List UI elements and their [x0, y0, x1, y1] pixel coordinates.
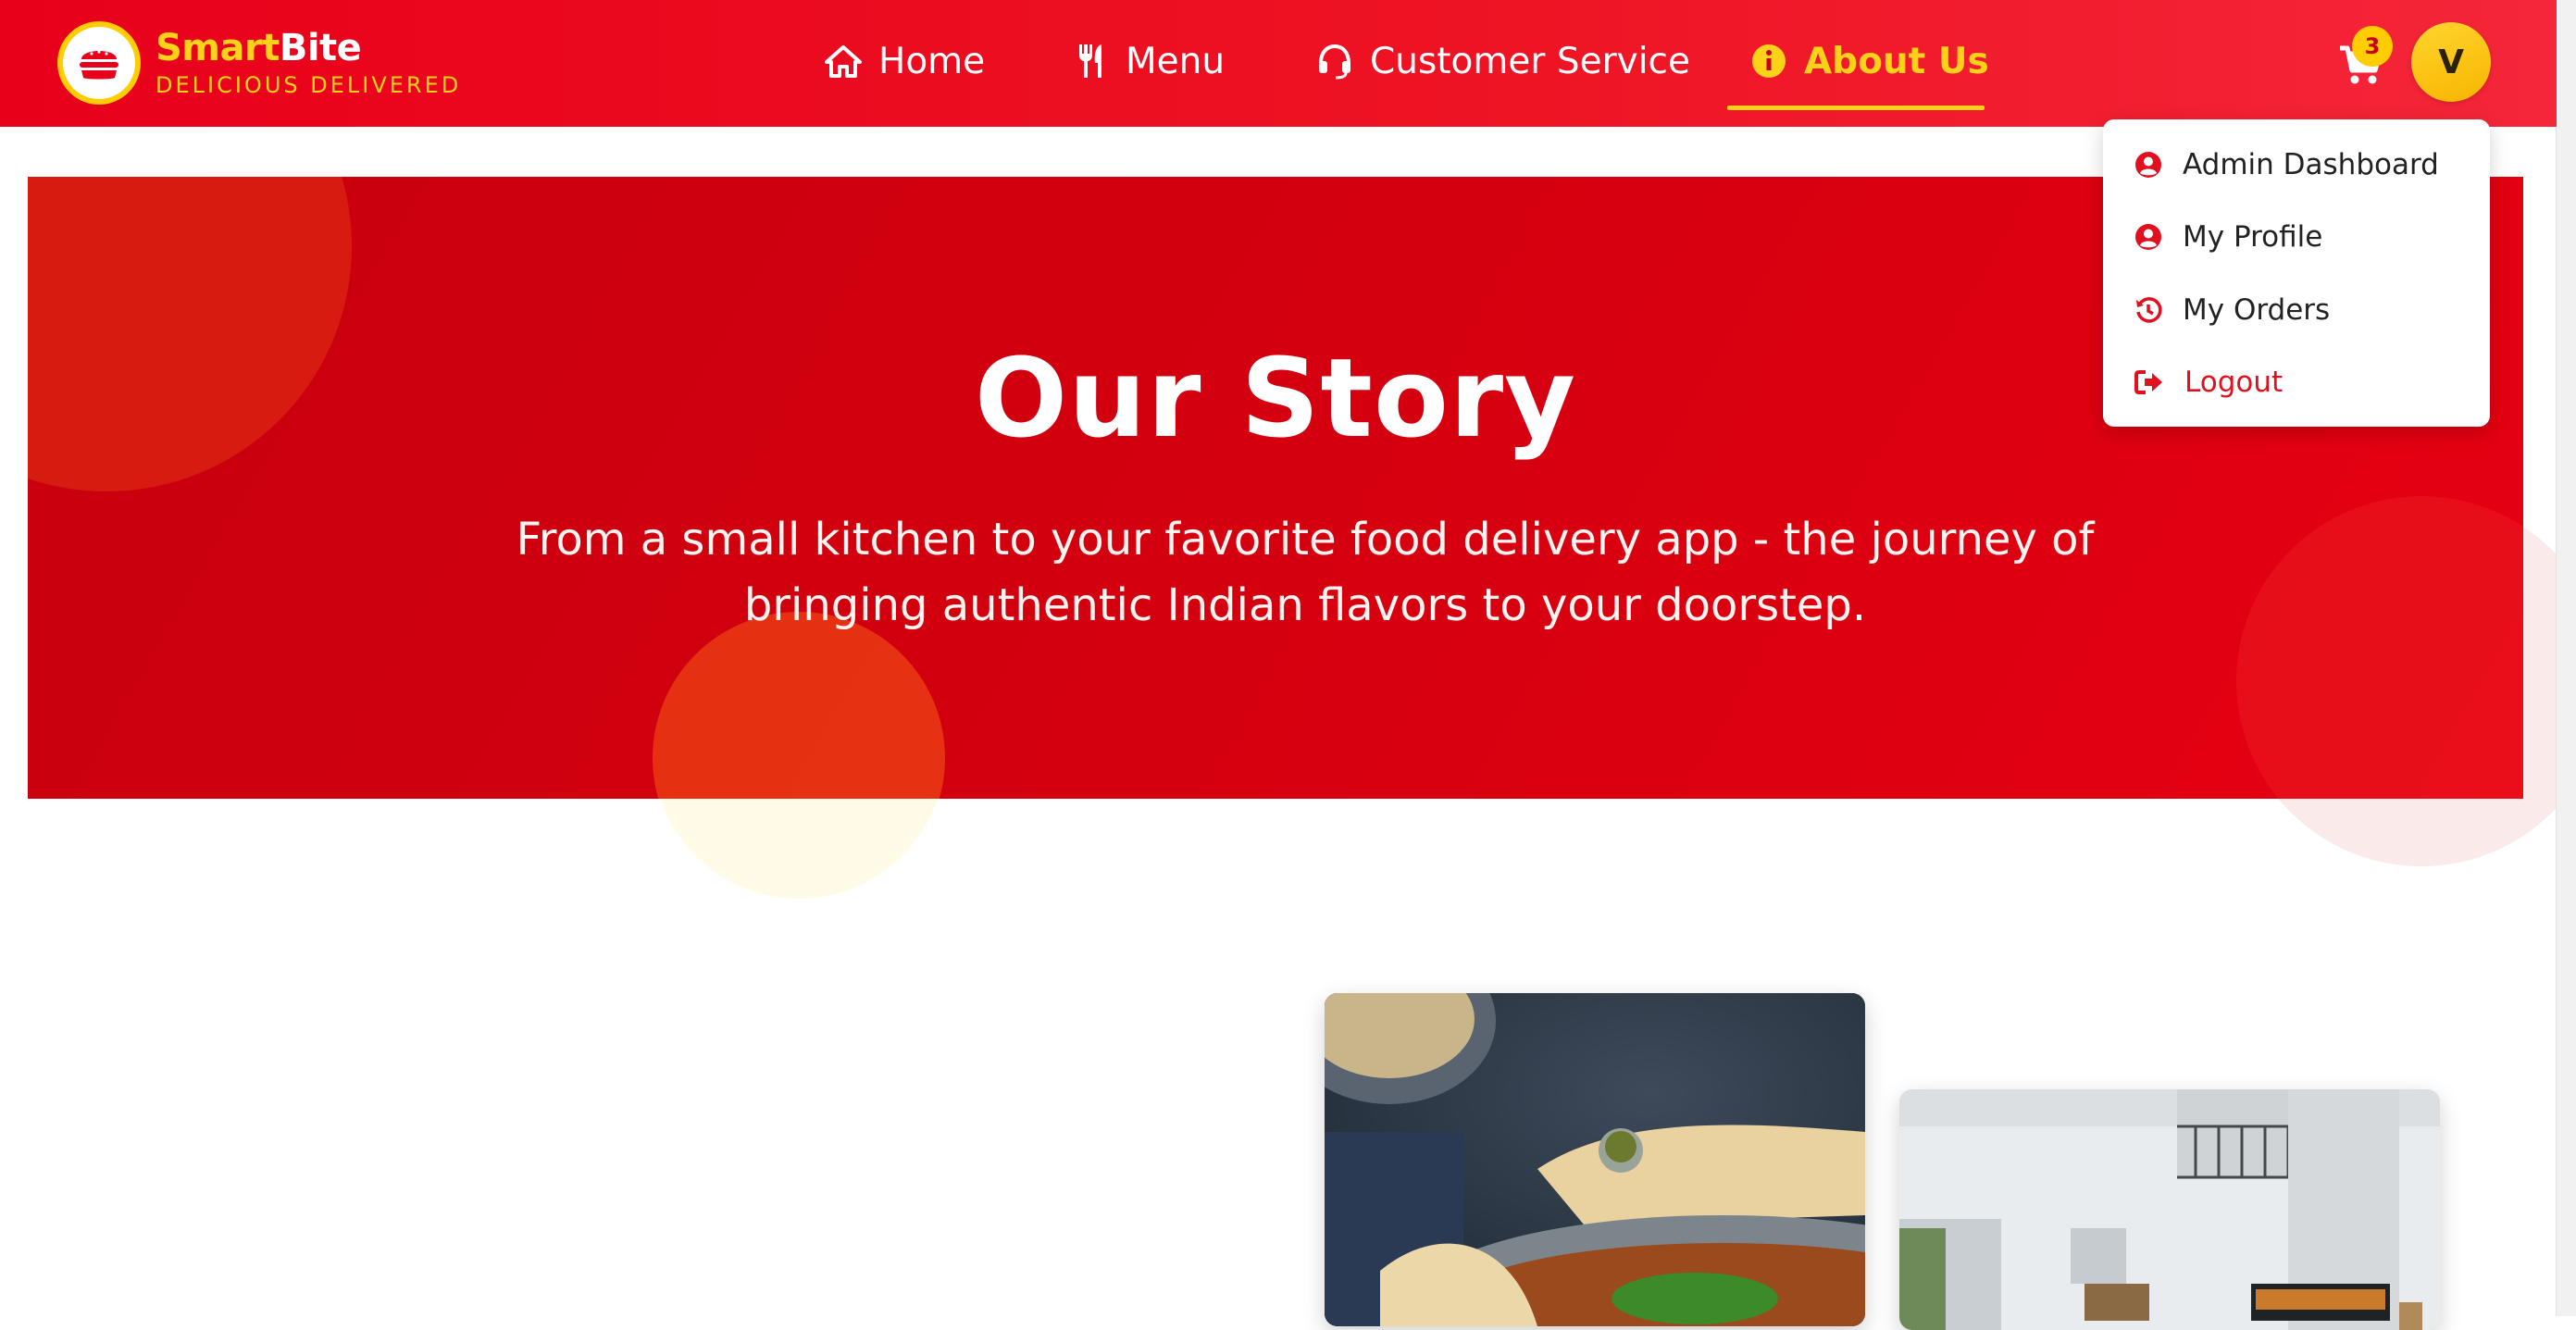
nav-about-us[interactable]: About Us: [1750, 31, 1989, 91]
nav-menu[interactable]: Menu: [1076, 31, 1225, 91]
nav-menu-label: Menu: [1126, 40, 1226, 82]
hero-subtitle: From a small kitchen to your favorite fo…: [516, 514, 2095, 631]
history-icon: [2136, 297, 2162, 323]
user-circle-icon: [2135, 224, 2161, 250]
home-icon: [825, 45, 862, 78]
cart-count-badge: 3: [2352, 26, 2393, 67]
burger-icon: [57, 21, 141, 105]
food-photo: [1325, 993, 1865, 1326]
nav-home-label: Home: [878, 40, 986, 82]
restaurant-interior-photo: [1899, 1089, 2440, 1330]
dropdown-my-profile-label: My Profile: [2183, 220, 2323, 254]
dropdown-admin-dashboard-label: Admin Dashboard: [2183, 148, 2439, 181]
user-avatar-button[interactable]: V: [2411, 22, 2491, 102]
dropdown-logout-label: Logout: [2184, 366, 2284, 399]
dropdown-logout[interactable]: Logout: [2134, 354, 2283, 410]
nav-customer-service-label: Customer Service: [1370, 40, 1690, 82]
nav-about-us-label: About Us: [1804, 40, 1989, 82]
info-icon: [1752, 44, 1786, 78]
nav-home[interactable]: Home: [825, 31, 985, 91]
decorative-circle: [2236, 496, 2523, 799]
logout-icon: [2134, 370, 2162, 394]
user-dropdown-menu: Admin Dashboard My Profile My Orders Log…: [2103, 119, 2490, 427]
nav-customer-service[interactable]: Customer Service: [1316, 31, 1690, 91]
dropdown-my-orders[interactable]: My Orders: [2134, 282, 2330, 338]
headset-icon: [1319, 44, 1350, 80]
dropdown-my-orders-label: My Orders: [2183, 293, 2331, 327]
dropdown-my-profile[interactable]: My Profile: [2134, 209, 2322, 265]
active-nav-indicator: [1727, 106, 1985, 110]
top-navbar: SmartBite DELICIOUS DELIVERED Home Menu …: [0, 0, 2557, 127]
brand-logo-link[interactable]: SmartBite DELICIOUS DELIVERED: [57, 20, 461, 106]
user-circle-icon: [2135, 152, 2161, 178]
brand-name: SmartBite: [156, 27, 362, 69]
page-scrollbar[interactable]: [2556, 0, 2576, 1316]
utensils-icon: [1079, 44, 1101, 78]
brand-tagline: DELICIOUS DELIVERED: [156, 72, 462, 98]
dropdown-admin-dashboard[interactable]: Admin Dashboard: [2134, 137, 2439, 193]
decorative-circle: [653, 612, 945, 799]
